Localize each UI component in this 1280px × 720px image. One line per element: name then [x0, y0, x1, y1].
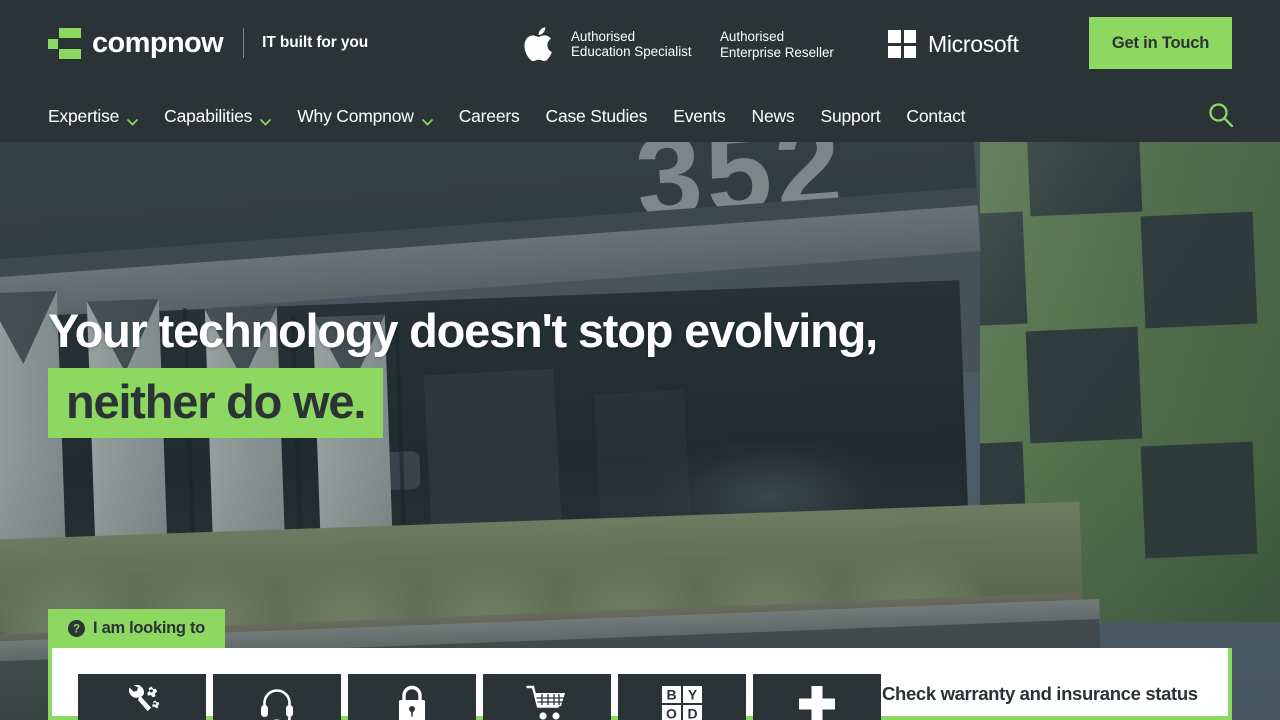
enterprise-badge-line2: Enterprise Reseller: [720, 44, 834, 60]
nav-label: News: [751, 105, 795, 126]
looking-to-tab-label: I am looking to: [93, 619, 205, 637]
main-navigation: Expertise Capabilities Why Compnow Caree…: [0, 90, 1280, 142]
hero-copy: Your technology doesn't stop evolving, n…: [48, 302, 878, 438]
microsoft-label: Microsoft: [928, 30, 1019, 57]
nav-list: Expertise Capabilities Why Compnow Caree…: [48, 90, 991, 142]
enterprise-badge-line1: Authorised: [720, 29, 785, 44]
svg-text:O: O: [666, 706, 677, 720]
logo-divider: [243, 28, 245, 58]
nav-label: Events: [673, 105, 726, 126]
site-header: compnow IT built for you Authorised Educ…: [0, 0, 1280, 142]
warranty-status-label: Check warranty and insurance status: [882, 683, 1198, 704]
nav-label: Contact: [906, 105, 966, 126]
microsoft-badge: Microsoft: [888, 28, 1019, 60]
chevron-down-icon: [260, 113, 272, 126]
nav-item-case-studies[interactable]: Case Studies: [546, 90, 648, 142]
site-logo[interactable]: compnow IT built for you: [48, 26, 368, 60]
svg-text:?: ?: [73, 624, 80, 636]
enterprise-reseller-badge: Authorised Enterprise Reseller: [720, 29, 834, 60]
apple-badge-line1: Authorised: [571, 28, 636, 44]
byod-icon: B Y O D: [660, 685, 704, 720]
apple-badge-line2: Education Specialist: [571, 44, 692, 59]
chevron-down-icon: [127, 113, 139, 126]
nav-item-careers[interactable]: Careers: [459, 90, 520, 142]
nav-label: Careers: [458, 105, 520, 126]
nav-item-events[interactable]: Events: [673, 90, 726, 142]
svg-text:D: D: [687, 706, 697, 720]
service-tile-security[interactable]: [348, 674, 476, 720]
headset-icon: [257, 684, 297, 720]
padlock-icon: [396, 684, 428, 720]
svg-text:Y: Y: [688, 687, 698, 703]
microsoft-icon: [888, 30, 916, 58]
looking-to-panel: B Y O D Check warranty and insurance sta…: [48, 648, 1232, 720]
logo-tagline: IT built for you: [262, 34, 369, 51]
header-topbar: compnow IT built for you Authorised Educ…: [0, 0, 1280, 86]
wrench-gear-icon: [122, 685, 162, 720]
search-button[interactable]: [1204, 99, 1238, 133]
nav-label: Support: [820, 105, 881, 126]
nav-label: Expertise: [48, 105, 120, 126]
service-tile-byod[interactable]: B Y O D: [618, 674, 746, 720]
nav-label: Case Studies: [545, 105, 648, 126]
shopping-cart-icon: [526, 685, 568, 720]
looking-to-tab[interactable]: ? I am looking to: [48, 609, 225, 648]
get-in-touch-button[interactable]: Get in Touch: [1089, 17, 1232, 69]
service-tile-services[interactable]: [78, 674, 206, 720]
service-tile-support[interactable]: [213, 674, 341, 720]
compnow-logo-icon: [48, 27, 81, 59]
question-circle-icon: ?: [68, 620, 85, 637]
apple-icon: [524, 24, 558, 64]
nav-item-support[interactable]: Support: [821, 90, 881, 142]
apple-badge-text: Authorised Education Specialist: [571, 29, 692, 60]
search-icon: [1207, 101, 1235, 132]
nav-item-capabilities[interactable]: Capabilities: [164, 90, 272, 142]
nav-item-news[interactable]: News: [752, 90, 795, 142]
nav-item-expertise[interactable]: Expertise: [48, 90, 139, 142]
logo-wordmark: compnow: [92, 27, 224, 59]
chevron-down-icon: [421, 113, 433, 126]
nav-item-why-compnow[interactable]: Why Compnow: [297, 90, 433, 142]
service-tile-more[interactable]: [753, 674, 881, 720]
plus-icon: [798, 685, 836, 720]
service-tile-strip: B Y O D: [78, 674, 881, 720]
nav-label: Capabilities: [164, 105, 253, 126]
nav-label: Why Compnow: [297, 105, 414, 126]
hero-headline-line1: Your technology doesn't stop evolving,: [48, 304, 878, 357]
nav-item-contact[interactable]: Contact: [906, 90, 965, 142]
apple-education-badge: Authorised Education Specialist: [524, 24, 692, 64]
service-tile-shop[interactable]: [483, 674, 611, 720]
hero-headline-line2-wrap: neither do we.: [48, 368, 877, 438]
page-root: compnow IT built for you Authorised Educ…: [0, 0, 1280, 720]
hero-headline-line2: neither do we.: [48, 368, 384, 438]
svg-text:B: B: [666, 687, 676, 703]
